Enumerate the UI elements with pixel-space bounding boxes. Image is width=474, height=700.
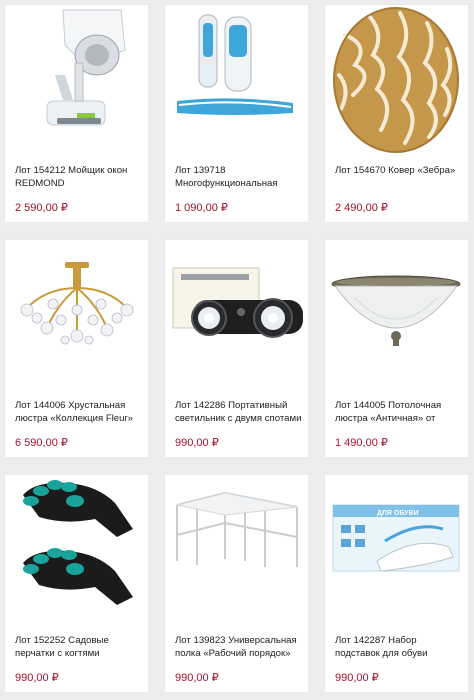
- product-price: 990,00 ₽: [335, 672, 379, 684]
- crystal-chandelier-image[interactable]: [5, 240, 148, 390]
- product-card[interactable]: Лот 142286 Портативный светильник с двум…: [165, 240, 308, 457]
- product-title[interactable]: Лот 144006 Хрустальная люстра «Коллекция…: [15, 400, 142, 425]
- lint-brush-image[interactable]: [165, 5, 308, 155]
- product-title[interactable]: Лот 142287 Набор подставок для обуви «Се…: [335, 635, 462, 660]
- product-card[interactable]: Лот 154212 Мойщик окон REDMOND 2 590,00 …: [5, 5, 148, 222]
- product-card[interactable]: Лот 154670 Ковер «Зебра» 2 490,00 ₽: [325, 5, 468, 222]
- product-price: 1 490,00 ₽: [335, 437, 388, 449]
- product-price: 6 590,00 ₽: [15, 437, 68, 449]
- box-label: ДЛЯ ОБУВИ: [377, 510, 419, 517]
- corner-shelf-image[interactable]: [165, 475, 308, 625]
- product-card[interactable]: Лот 152252 Садовые перчатки с когтями «H…: [5, 475, 148, 692]
- garden-gloves-image[interactable]: [5, 475, 148, 625]
- product-price: 2 590,00 ₽: [15, 202, 68, 214]
- ceiling-lamp-image[interactable]: [325, 240, 468, 390]
- product-price: 990,00 ₽: [175, 672, 219, 684]
- product-title[interactable]: Лот 154212 Мойщик окон REDMOND: [15, 165, 142, 190]
- product-title[interactable]: Лот 144005 Потолочная люстра «Античная» …: [335, 400, 462, 425]
- product-card[interactable]: Лот 144005 Потолочная люстра «Античная» …: [325, 240, 468, 457]
- product-card[interactable]: ДЛЯ ОБУВИ Лот 142287 Набор подставок для…: [325, 475, 468, 692]
- product-card[interactable]: Лот 139718 Многофункциональная щетка 1 0…: [165, 5, 308, 222]
- product-card[interactable]: Лот 144006 Хрустальная люстра «Коллекция…: [5, 240, 148, 457]
- product-price: 990,00 ₽: [15, 672, 59, 684]
- product-price: 2 490,00 ₽: [335, 202, 388, 214]
- product-grid: Лот 154212 Мойщик окон REDMOND 2 590,00 …: [0, 0, 474, 700]
- product-price: 990,00 ₽: [175, 437, 219, 449]
- product-title[interactable]: Лот 142286 Портативный светильник с двум…: [175, 400, 302, 425]
- shoe-stands-image[interactable]: ДЛЯ ОБУВИ: [325, 475, 468, 625]
- product-price: 1 090,00 ₽: [175, 202, 228, 214]
- product-title[interactable]: Лот 139718 Многофункциональная щетка: [175, 165, 302, 190]
- product-title[interactable]: Лот 152252 Садовые перчатки с когтями «H…: [15, 635, 142, 660]
- zebra-rug-image[interactable]: [325, 5, 468, 155]
- window-cleaner-image[interactable]: [5, 5, 148, 155]
- product-title[interactable]: Лот 139823 Универсальная полка «Рабочий …: [175, 635, 302, 660]
- product-title[interactable]: Лот 154670 Ковер «Зебра»: [335, 165, 462, 190]
- product-card[interactable]: Лот 139823 Универсальная полка «Рабочий …: [165, 475, 308, 692]
- spotlight-lamp-image[interactable]: [165, 240, 308, 390]
